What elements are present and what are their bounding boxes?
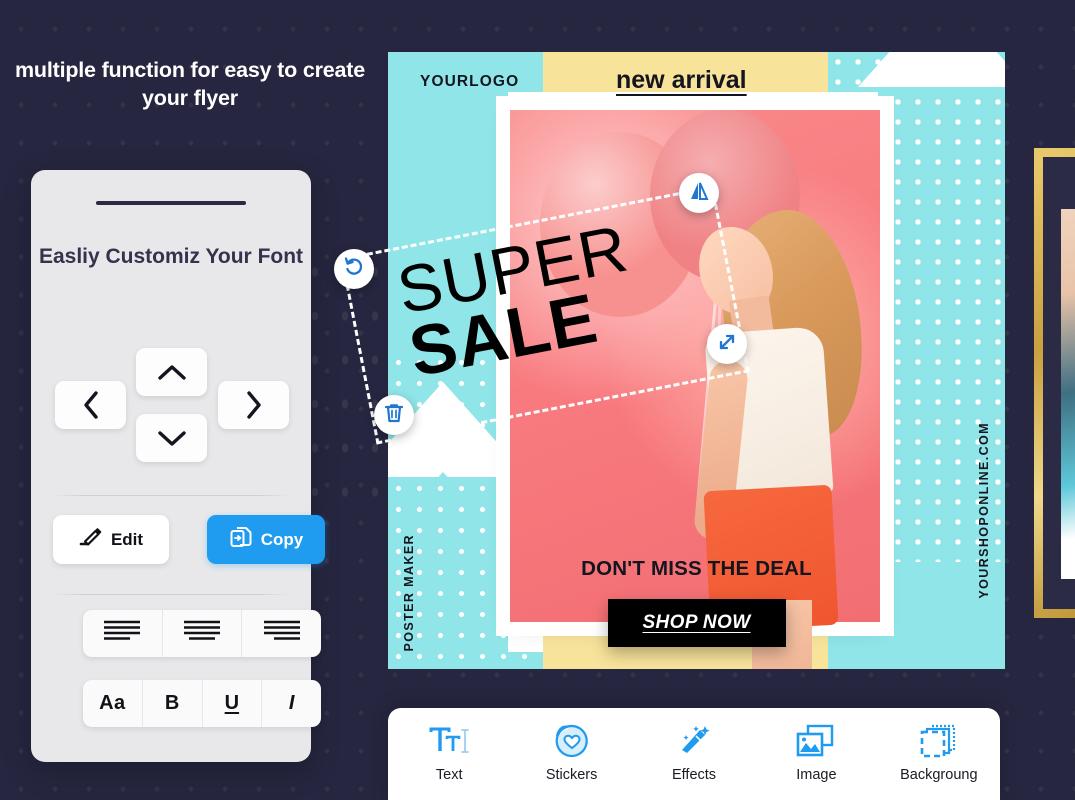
tool-effects[interactable]: Effects	[633, 724, 755, 783]
align-center-icon	[180, 618, 224, 649]
copy-button[interactable]: Copy	[207, 515, 325, 564]
italic-button[interactable]: I	[262, 680, 321, 727]
adjacent-poster-frame	[1034, 148, 1075, 618]
shop-now-label: SHOP NOW	[642, 612, 751, 633]
underline-button[interactable]: U	[203, 680, 263, 727]
align-center-button[interactable]	[163, 610, 243, 657]
poster-deal-text: DON'T MISS THE DEAL	[581, 557, 812, 580]
poster-headline: new arrival	[616, 66, 747, 94]
align-left-icon	[100, 618, 144, 649]
image-icon	[795, 724, 837, 758]
move-up-button[interactable]	[136, 348, 207, 396]
align-right-icon	[260, 618, 304, 649]
edit-button-label: Edit	[110, 529, 144, 549]
font-case-button[interactable]: Aa	[83, 680, 143, 727]
tool-text-label: Text	[435, 767, 463, 783]
magic-wand-icon	[674, 724, 714, 758]
copy-icon	[229, 525, 253, 554]
edit-button[interactable]: Edit	[53, 515, 169, 564]
align-left-button[interactable]	[83, 610, 163, 657]
tool-stickers-label: Stickers	[545, 767, 598, 783]
app-root: multiple function for easy to create you…	[0, 0, 1075, 800]
panel-drag-handle[interactable]	[96, 201, 246, 205]
adjacent-poster-preview	[1061, 209, 1075, 579]
chevron-right-icon	[245, 390, 263, 420]
font-tools-panel: Easliy Customiz Your Font Edit Copy Aa B…	[31, 170, 325, 762]
text-style-group: Aa B U I	[83, 680, 321, 727]
poster-vertical-right: YOURSHOPONLINE.COM	[977, 422, 991, 599]
move-right-button[interactable]	[218, 381, 289, 429]
poster-vertical-left: POSTER MAKER	[402, 534, 416, 652]
tool-background-label: Backgroung	[900, 767, 978, 783]
rotate-icon	[343, 256, 365, 283]
tool-effects-label: Effects	[671, 767, 717, 783]
model-figure	[675, 170, 890, 669]
copy-button-label: Copy	[260, 529, 304, 549]
text-align-group	[83, 610, 321, 657]
flip-icon	[688, 180, 710, 207]
chevron-down-icon	[157, 429, 187, 447]
align-right-button[interactable]	[242, 610, 321, 657]
tool-background[interactable]: Backgroung	[878, 724, 1000, 783]
background-layers-icon	[918, 724, 960, 758]
flip-handle[interactable]	[679, 173, 719, 213]
edit-copy-row: Edit Copy	[53, 515, 325, 565]
shop-now-button[interactable]: SHOP NOW	[607, 599, 786, 647]
page-headline: multiple function for easy to create you…	[14, 58, 365, 110]
poster-logo: YOURLOGO	[420, 73, 520, 90]
sticker-heart-icon	[552, 724, 592, 758]
pencil-icon	[79, 527, 103, 552]
delete-handle[interactable]	[374, 395, 414, 435]
tool-image[interactable]: Image	[755, 724, 877, 783]
chevron-left-icon	[82, 390, 100, 420]
resize-handle[interactable]	[707, 324, 747, 364]
move-left-button[interactable]	[55, 381, 126, 429]
chevron-up-icon	[157, 363, 187, 381]
tool-image-label: Image	[796, 767, 837, 783]
move-down-button[interactable]	[136, 414, 207, 462]
resize-arrow-icon	[716, 331, 738, 358]
panel-title: Easliy Customiz Your Font	[38, 245, 304, 268]
panel-divider-bottom	[53, 594, 289, 595]
tool-text[interactable]: Text	[388, 724, 510, 783]
tool-stickers[interactable]: Stickers	[510, 724, 632, 783]
panel-divider-top	[53, 495, 289, 496]
bottom-toolbar: Text Stickers Effects Image Backgroung	[388, 708, 1000, 800]
trash-icon	[383, 402, 405, 429]
direction-pad	[31, 348, 311, 478]
rotate-handle[interactable]	[334, 249, 374, 289]
text-tool-icon	[428, 724, 470, 758]
bold-button[interactable]: B	[143, 680, 203, 727]
